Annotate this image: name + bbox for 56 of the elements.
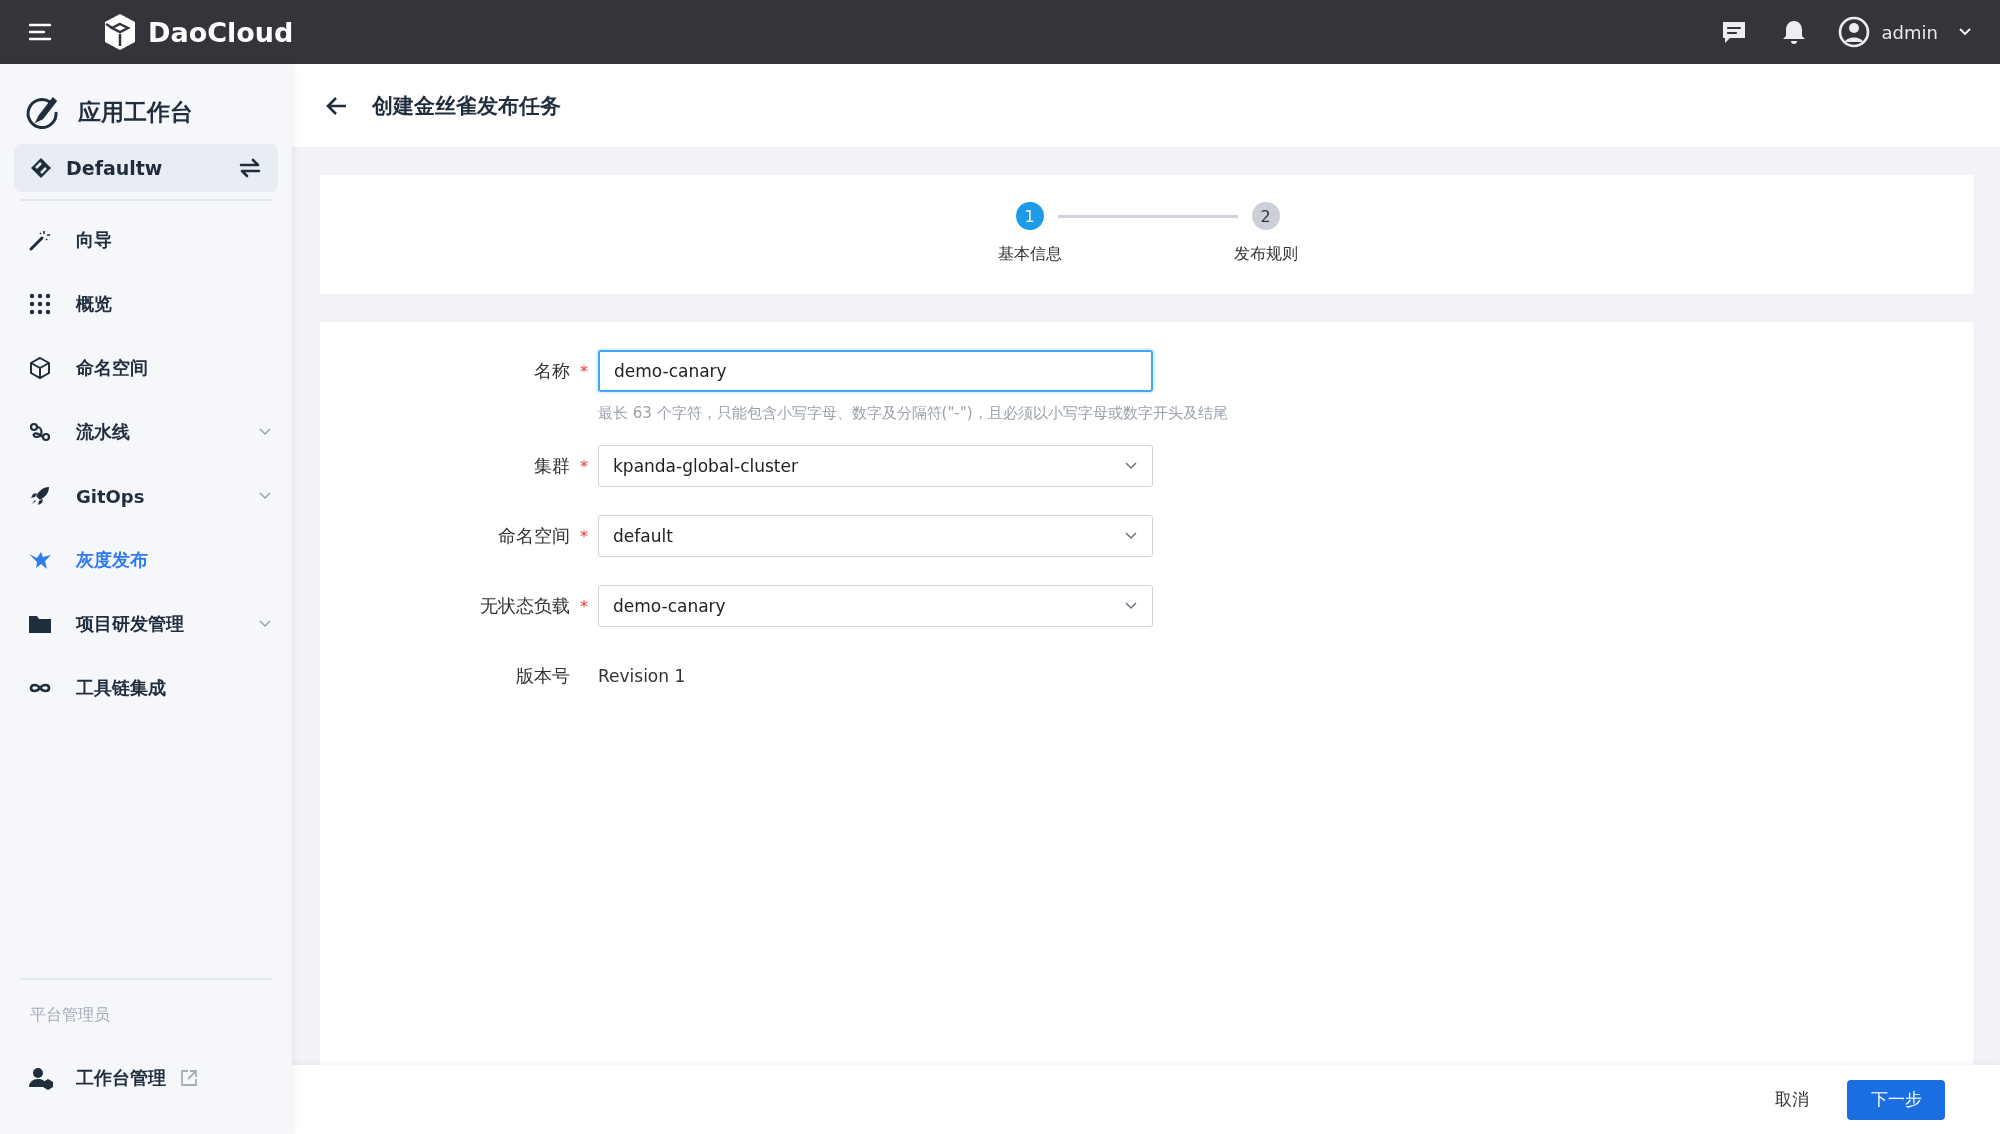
field-label: 集群 — [534, 454, 570, 478]
sidebar-title: 应用工作台 — [78, 97, 193, 127]
swap-icon[interactable] — [238, 157, 262, 179]
chevron-down-icon — [1124, 531, 1138, 541]
cube-icon — [28, 356, 52, 380]
step-label: 发布规则 — [1233, 244, 1298, 265]
input-field[interactable]: demo-canary — [598, 350, 1153, 392]
chevron-down-icon[interactable] — [1958, 27, 1972, 37]
user-avatar-icon[interactable] — [1837, 16, 1870, 48]
required-mark: * — [580, 361, 588, 381]
field-label: 命名空间 — [498, 524, 570, 548]
field-hint: 最长 63 个字符，只能包含小写字母、数字及分隔符("-")，且必须以小写字母或数字开头及结尾 — [598, 404, 1228, 423]
required-mark: * — [580, 596, 588, 616]
chevron-down-icon — [1124, 461, 1138, 471]
grid-icon — [28, 292, 52, 316]
nav-item[interactable]: 流水线 — [0, 400, 292, 464]
nav-item[interactable]: 工作台管理 — [0, 1046, 292, 1110]
chevron-down-icon — [1124, 601, 1138, 611]
pencil-circle-icon — [24, 94, 60, 130]
back-arrow-icon[interactable] — [326, 95, 348, 116]
loop-icon — [28, 420, 52, 444]
user-cube-icon — [28, 1066, 54, 1090]
select-field[interactable]: demo-canary — [598, 585, 1153, 627]
step-number: 2 — [1251, 202, 1280, 230]
page-title: 创建金丝雀发布任务 — [372, 92, 561, 120]
nav-item[interactable]: 灰度发布 — [0, 528, 292, 592]
section-heading: 平台管理员 — [29, 1004, 111, 1026]
brand-name: DaoCloud — [148, 16, 294, 48]
user-name[interactable]: admin — [1881, 21, 1938, 43]
cube-logo-icon — [102, 12, 138, 52]
select-field[interactable]: kpanda-global-cluster — [598, 445, 1153, 487]
nav-item[interactable]: 向导 — [0, 208, 292, 272]
chevron-down-icon — [258, 427, 272, 437]
nav-item[interactable]: 工具链集成 — [0, 656, 292, 720]
nav-item[interactable]: 概览 — [0, 272, 292, 336]
step-number: 1 — [1015, 202, 1044, 230]
cancel-button[interactable]: 取消 — [1763, 1080, 1821, 1119]
required-mark: * — [580, 526, 588, 546]
wand-icon — [28, 228, 52, 252]
menu-icon[interactable] — [28, 22, 52, 42]
nav-item[interactable]: 命名空间 — [0, 336, 292, 400]
required-mark: * — [580, 456, 588, 476]
nav-item[interactable]: GitOps — [0, 464, 292, 528]
select-field[interactable]: default — [598, 515, 1153, 557]
diamond-icon — [30, 157, 52, 179]
workspace-switcher[interactable]: Defaultw — [14, 144, 278, 192]
rocket-icon — [28, 484, 52, 508]
chevron-down-icon — [258, 619, 272, 629]
field-value: Revision 1 — [598, 665, 686, 688]
chevron-down-icon — [258, 491, 272, 501]
step-label: 基本信息 — [997, 244, 1062, 265]
field-label: 版本号 — [516, 664, 570, 688]
next-button[interactable]: 下一步 — [1847, 1079, 1945, 1120]
field-label: 无状态负载 — [480, 594, 570, 618]
nav-item[interactable]: 项目研发管理 — [0, 592, 292, 656]
field-label: 名称 — [534, 359, 570, 383]
